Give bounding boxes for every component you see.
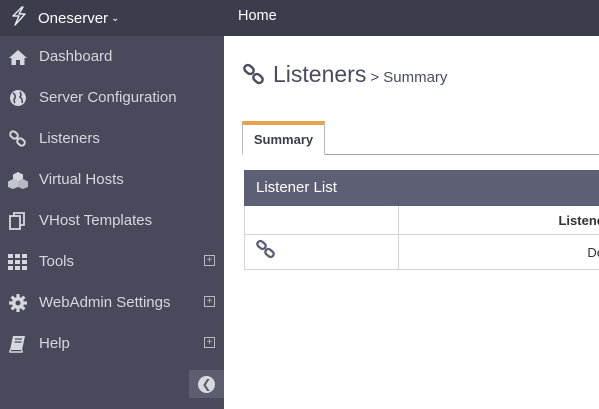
sidebar-item-label: Dashboard (39, 48, 113, 65)
sidebar-item-virtual-hosts[interactable]: Virtual Hosts (0, 159, 224, 200)
grid-icon (7, 252, 29, 272)
copy-icon (7, 211, 29, 231)
page-title: Listeners > Summary (242, 61, 447, 88)
sidebar: Dashboard Server Configuration Listeners… (0, 36, 224, 409)
sidebar-item-label: Tools (39, 253, 75, 270)
panel-title: Listener List (244, 170, 599, 206)
globe-icon (7, 88, 29, 108)
collapse-sidebar-button[interactable]: ❮ (189, 370, 224, 398)
book-icon (7, 334, 29, 354)
home-link[interactable]: Home (238, 0, 277, 36)
server-menu[interactable]: Oneserver ⌄ (0, 0, 224, 36)
sidebar-item-webadmin-settings[interactable]: WebAdmin Settings + (0, 282, 224, 323)
expand-icon[interactable]: + (204, 296, 215, 307)
column-header-icon (245, 206, 399, 234)
sidebar-item-help[interactable]: Help + (0, 323, 224, 364)
chevron-down-icon: ⌄ (111, 12, 120, 24)
listener-table: Listene De (244, 206, 599, 270)
sidebar-item-label: VHost Templates (39, 212, 153, 229)
sidebar-item-label: Virtual Hosts (39, 171, 124, 188)
link-icon[interactable] (255, 239, 277, 266)
column-header-listener[interactable]: Listene (399, 206, 599, 234)
expand-icon[interactable]: + (204, 337, 215, 348)
sidebar-item-label: Server Configuration (39, 89, 177, 106)
home-icon (7, 47, 29, 67)
sidebar-item-listeners[interactable]: Listeners (0, 118, 224, 159)
sidebar-item-tools[interactable]: Tools + (0, 241, 224, 282)
sidebar-item-label: WebAdmin Settings (39, 294, 171, 311)
top-bar: Oneserver ⌄ Home (0, 0, 599, 36)
page-title-text: Listeners (273, 61, 367, 87)
table-header-row: Listene (245, 206, 599, 235)
link-icon (7, 129, 29, 149)
listener-list-panel: Listener List Listene De (244, 170, 599, 270)
arrow-left-icon: ❮ (198, 375, 215, 393)
server-name: Oneserver (38, 9, 109, 27)
sidebar-item-server-configuration[interactable]: Server Configuration (0, 77, 224, 118)
sidebar-item-dashboard[interactable]: Dashboard (0, 36, 224, 77)
row-icon-cell (245, 235, 399, 269)
listener-name[interactable]: De (399, 235, 599, 269)
main-content: Listeners > Summary Summary Listener Lis… (224, 36, 599, 409)
sidebar-item-vhost-templates[interactable]: VHost Templates (0, 200, 224, 241)
sidebar-item-label: Listeners (39, 130, 100, 147)
expand-icon[interactable]: + (204, 255, 215, 266)
lightning-bolt-icon (10, 5, 28, 31)
breadcrumb: > Summary (370, 69, 448, 86)
sidebar-item-label: Help (39, 335, 70, 352)
gear-icon (7, 293, 29, 313)
cubes-icon (7, 170, 29, 190)
tab-summary[interactable]: Summary (242, 121, 325, 155)
table-row: De (245, 235, 599, 270)
link-icon (242, 63, 266, 87)
tab-bar: Summary (242, 121, 599, 155)
